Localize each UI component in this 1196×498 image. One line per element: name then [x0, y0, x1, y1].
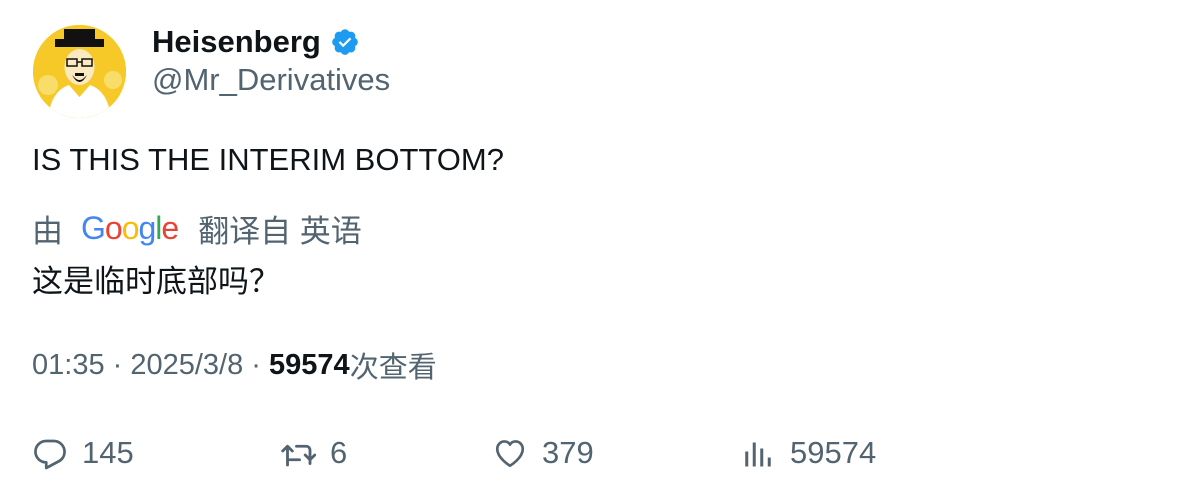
views-label: 次查看 — [349, 352, 437, 384]
tweet-meta: 01:35 · 2025/3/8 · 59574 次查看 — [32, 345, 437, 385]
verified-badge-icon[interactable] — [330, 27, 360, 57]
google-logo[interactable]: Google — [81, 210, 179, 247]
tweet-text: IS THIS THE INTERIM BOTTOM? — [32, 142, 504, 177]
tweet-time[interactable]: 01:35 — [32, 349, 105, 382]
author-name-row: Heisenberg — [152, 22, 360, 62]
retweet-icon — [281, 444, 316, 467]
reply-icon — [34, 439, 66, 470]
like-button[interactable]: 379 — [492, 430, 594, 476]
meta-separator: · — [243, 348, 270, 381]
meta-separator: · — [104, 348, 131, 381]
views-count: 59574 — [269, 348, 350, 381]
reply-count: 145 — [82, 435, 134, 470]
avatar-image — [33, 25, 126, 118]
reply-button[interactable]: 145 — [32, 430, 134, 476]
author-handle[interactable]: @Mr_Derivatives — [152, 62, 390, 98]
translated-tweet-text: 这是临时底部吗？ — [32, 264, 280, 299]
translated-from-label: 翻译自 英语 — [198, 213, 362, 249]
tweet-date[interactable]: 2025/3/8 — [130, 349, 243, 382]
analytics-icon — [745, 442, 771, 467]
retweet-button[interactable]: 6 — [280, 430, 347, 476]
like-count: 379 — [542, 435, 594, 470]
translation-by-label: 由 — [32, 213, 63, 249]
retweet-count: 6 — [330, 435, 348, 470]
heart-icon — [495, 440, 525, 468]
avatar[interactable] — [33, 25, 126, 118]
views-action-count: 59574 — [790, 435, 877, 470]
action-bar: 145 6 379 59574 — [0, 430, 1196, 476]
author-display-name[interactable]: Heisenberg — [152, 24, 321, 60]
translation-attribution: 由 Google 翻译自 英语 — [32, 205, 362, 251]
views-button[interactable]: 59574 — [740, 430, 876, 476]
